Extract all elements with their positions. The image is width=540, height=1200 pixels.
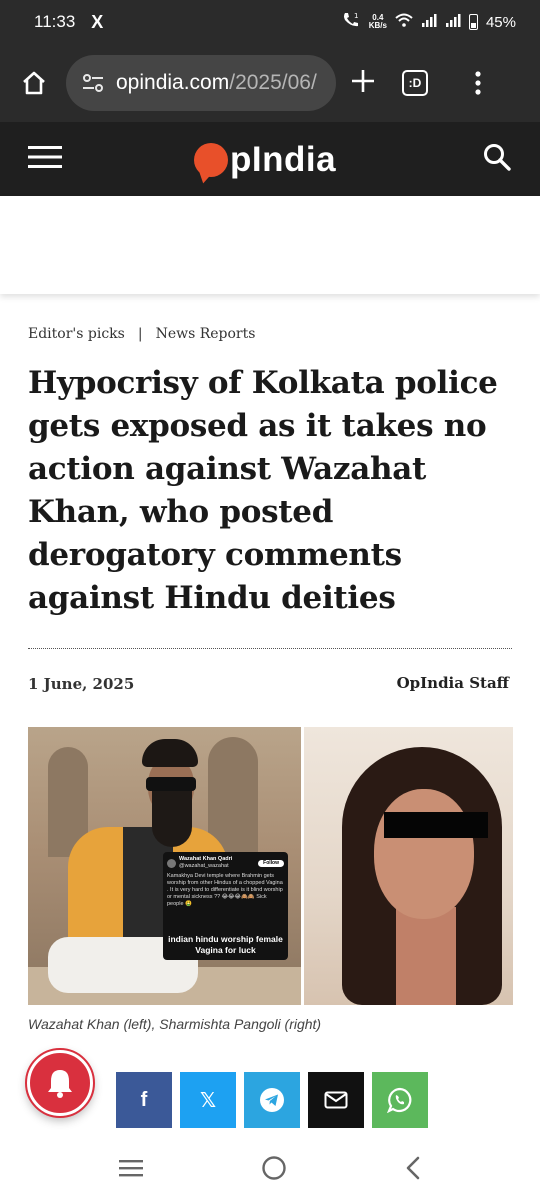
url-path: /2025/06/ bbox=[229, 71, 317, 94]
tweet-text: Kamakhya Devi temple where Brahmin gets … bbox=[167, 873, 283, 907]
recent-apps-button[interactable] bbox=[118, 1158, 144, 1183]
status-time: 11:33 bbox=[34, 12, 76, 31]
home-circle-icon bbox=[262, 1155, 286, 1180]
home-button[interactable] bbox=[14, 63, 54, 103]
site-search-button[interactable] bbox=[482, 142, 512, 177]
tweet-name: Wazahat Khan Qadri bbox=[179, 856, 233, 862]
share-whatsapp-button[interactable] bbox=[372, 1072, 428, 1128]
article-date: 1 June, 2025 bbox=[28, 675, 135, 693]
logo-text: pIndia bbox=[230, 140, 337, 179]
tweet-avatar bbox=[167, 858, 176, 868]
status-icons: 1 0.4 KB/s 45% bbox=[341, 11, 516, 33]
tweet-header: Wazahat Khan Qadri @wazahat_wazahat Foll… bbox=[167, 856, 284, 870]
share-email-button[interactable] bbox=[308, 1072, 364, 1128]
woman-neck bbox=[396, 907, 456, 1005]
whatsapp-icon bbox=[387, 1087, 412, 1113]
notification-button[interactable] bbox=[25, 1048, 95, 1118]
address-bar[interactable]: opindia.com/2025/06/ bbox=[66, 55, 336, 111]
more-vert-icon bbox=[475, 71, 481, 95]
opindia-logo[interactable]: pIndia bbox=[194, 140, 336, 180]
signal-icon-2 bbox=[445, 13, 461, 31]
x-icon: 𝕏 bbox=[199, 1089, 217, 1112]
home-icon bbox=[23, 71, 45, 95]
tweet-overlay-caption: indian hindu worship female Vagina for l… bbox=[168, 934, 283, 955]
logo-mark bbox=[194, 143, 228, 177]
photo-sharmishta-pangoli bbox=[304, 727, 513, 1005]
site-menu-button[interactable] bbox=[28, 144, 64, 175]
breadcrumb-editors-picks[interactable]: Editor's picks bbox=[28, 326, 125, 342]
system-navigation-bar bbox=[0, 1140, 540, 1200]
facebook-icon: f bbox=[140, 1088, 148, 1111]
breadcrumb-news-reports[interactable]: News Reports bbox=[156, 326, 256, 342]
person-sunglasses bbox=[146, 777, 196, 791]
telegram-icon bbox=[260, 1088, 284, 1112]
browser-toolbar: opindia.com/2025/06/ :D bbox=[0, 44, 540, 122]
article-author[interactable]: OpIndia Staff bbox=[397, 674, 509, 692]
share-telegram-button[interactable] bbox=[244, 1072, 300, 1128]
headline-divider bbox=[28, 648, 512, 649]
person-hair bbox=[142, 739, 198, 767]
mail-icon bbox=[324, 1091, 348, 1109]
url-domain: opindia.com bbox=[116, 71, 230, 94]
share-x-button[interactable]: 𝕏 bbox=[180, 1072, 236, 1128]
battery-percent: 45% bbox=[485, 13, 516, 31]
breadcrumb: Editor's picks | News Reports bbox=[28, 326, 255, 342]
plus-icon bbox=[352, 69, 374, 92]
photo-wazahat-khan: Wazahat Khan Qadri @wazahat_wazahat Foll… bbox=[28, 727, 301, 1005]
embedded-tweet-screenshot: Wazahat Khan Qadri @wazahat_wazahat Foll… bbox=[163, 852, 288, 960]
site-header: pIndia bbox=[0, 122, 540, 196]
back-nav-button[interactable] bbox=[404, 1155, 422, 1186]
status-bar: 11:33 X 1 0.4 KB/s 45% bbox=[0, 0, 540, 44]
tweet-handle: @wazahat_wazahat bbox=[179, 863, 229, 869]
person-beard bbox=[152, 787, 192, 847]
search-icon bbox=[484, 143, 511, 171]
share-facebook-button[interactable]: f bbox=[116, 1072, 172, 1128]
home-nav-button[interactable] bbox=[261, 1155, 287, 1186]
woman-face bbox=[374, 789, 474, 919]
breadcrumb-separator: | bbox=[137, 326, 143, 342]
recent-apps-icon bbox=[119, 1159, 144, 1176]
net-speed-unit: KB/s bbox=[368, 21, 387, 30]
signal-icon-1 bbox=[421, 13, 437, 31]
share-buttons: f 𝕏 bbox=[116, 1072, 428, 1128]
tweet-follow-label: Follow bbox=[258, 859, 284, 867]
new-tab-button[interactable] bbox=[350, 64, 376, 103]
tab-switcher-button[interactable]: :D bbox=[402, 70, 428, 96]
article-hero-image: Wazahat Khan Qadri @wazahat_wazahat Foll… bbox=[28, 727, 513, 1005]
hamburger-icon bbox=[28, 145, 62, 168]
network-speed: 0.4 KB/s bbox=[369, 14, 387, 30]
bell-icon bbox=[48, 1070, 72, 1098]
svg-text:1: 1 bbox=[354, 12, 358, 20]
article-headline: Hypocrisy of Kolkata police gets exposed… bbox=[28, 365, 498, 616]
tweet-author: Wazahat Khan Qadri @wazahat_wazahat bbox=[179, 856, 232, 870]
image-caption: Wazahat Khan (left), Sharmishta Pangoli … bbox=[28, 1016, 322, 1032]
wifi-icon bbox=[395, 13, 413, 31]
x-app-icon: X bbox=[91, 11, 104, 32]
browser-menu-button[interactable] bbox=[458, 63, 498, 103]
battery-icon bbox=[468, 14, 478, 30]
call-icon: 1 bbox=[341, 11, 361, 33]
site-settings-icon[interactable] bbox=[82, 73, 104, 93]
ad-space bbox=[0, 196, 540, 294]
censor-bar bbox=[384, 812, 488, 838]
back-chevron-icon bbox=[406, 1156, 419, 1179]
